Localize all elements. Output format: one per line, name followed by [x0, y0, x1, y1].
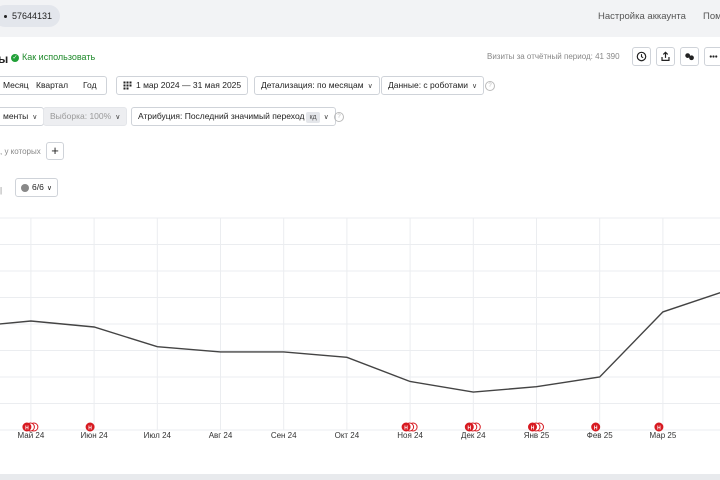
annotation-marker[interactable]: Н	[22, 422, 39, 432]
data-point[interactable]	[280, 348, 288, 356]
chevron-down-icon: ∨	[115, 114, 121, 121]
data-point[interactable]	[596, 373, 604, 381]
page-title: ы	[0, 52, 9, 66]
x-tick-label: Авг 24	[209, 431, 233, 440]
data-point[interactable]	[469, 388, 477, 396]
x-tick-label: Янв 25	[524, 431, 550, 440]
more-icon	[709, 55, 718, 58]
x-tick-label: Фев 25	[587, 431, 613, 440]
annotation-marker[interactable]: Н	[591, 422, 601, 432]
attribution-dropdown[interactable]: Атрибуция: Последний значимый переход кд ∨	[131, 107, 336, 126]
period-month[interactable]: Месяц	[0, 76, 31, 95]
x-tick-label: Окт 24	[335, 431, 360, 440]
attribution-badge: кд	[306, 112, 320, 123]
annotation-marker[interactable]: Н	[85, 422, 95, 432]
annotation-marker[interactable]: Н	[401, 422, 418, 432]
x-tick-label: Ноя 24	[397, 431, 423, 440]
chevron-down-icon: ∨	[32, 114, 38, 121]
account-settings-link[interactable]: Настройка аккаунта	[598, 11, 686, 22]
condition-text: , у которых	[0, 147, 41, 156]
attribution-label: Атрибуция: Последний значимый переход	[138, 111, 305, 121]
line-chart: Май 24 Июн 24 Июл 24 Авг 24 Сен 24 Окт 24 Ноя …	[0, 217, 720, 440]
robots-dropdown[interactable]: Данные: с роботами ∨	[381, 76, 485, 95]
data-point[interactable]	[90, 323, 98, 331]
more-button[interactable]	[704, 47, 720, 66]
chart-area: Май 24 Июн 24 Июл 24 Авг 24 Сен 24 Окт 24 Ноя …	[0, 213, 720, 443]
series-separator: |	[0, 186, 3, 195]
annotation-label: Н	[404, 426, 408, 432]
help-link[interactable]: Пом	[703, 11, 720, 22]
annotation-label: Н	[594, 426, 598, 432]
chevron-down-icon: ∨	[367, 83, 373, 90]
annotation-label: Н	[531, 426, 535, 432]
how-to-use-link[interactable]: ✓ Как использовать	[11, 52, 95, 62]
date-range-picker[interactable]: 1 мар 2024 — 31 мая 2025	[116, 76, 249, 95]
segments-icon	[685, 53, 694, 61]
counter-id: 57644131	[12, 11, 53, 21]
help-icon[interactable]: ?	[334, 112, 344, 122]
data-point[interactable]	[659, 308, 667, 316]
series-count: 6/6	[32, 182, 44, 192]
x-tick-label: Дек 24	[461, 431, 486, 440]
report-panel: ы ✓ Как использовать Визиты за отчётный п…	[0, 37, 720, 474]
annotation-marker[interactable]: Н	[528, 422, 544, 432]
detail-label: Детализация: по месяцам	[261, 80, 364, 90]
comment-icon	[21, 183, 29, 192]
annotation-marker[interactable]: Н	[654, 422, 664, 432]
annotation-label: Н	[467, 426, 471, 432]
data-point[interactable]	[533, 383, 541, 391]
sample-label: Выборка: 100%	[50, 111, 112, 121]
chevron-down-icon: ∨	[46, 185, 52, 192]
segments-label: менты	[3, 111, 29, 121]
history-button[interactable]	[632, 47, 651, 66]
annotation-label: Н	[657, 426, 661, 432]
top-bar: 57644131 Настройка аккаунта Пом	[0, 0, 720, 34]
bottom-bar	[0, 474, 720, 480]
help-icon[interactable]: ?	[485, 81, 495, 91]
x-tick-label: Мар 25	[650, 431, 677, 440]
x-tick-label: Июн 24	[80, 431, 108, 440]
x-tick-label: Май 24	[18, 431, 45, 440]
segments-button[interactable]	[680, 47, 699, 66]
clock-icon	[636, 51, 647, 62]
data-point[interactable]	[153, 343, 161, 351]
chevron-down-icon: ∨	[472, 83, 478, 90]
segments-dropdown[interactable]: менты ∨	[0, 107, 45, 126]
data-point[interactable]	[217, 348, 225, 356]
share-icon	[661, 51, 670, 62]
data-point[interactable]	[27, 317, 35, 325]
export-button[interactable]	[656, 47, 675, 66]
counter-selector[interactable]: 57644131	[0, 5, 60, 27]
sample-dropdown[interactable]: Выборка: 100% ∨	[43, 107, 128, 126]
add-condition-button[interactable]: +	[46, 142, 64, 160]
annotation-label: Н	[88, 426, 92, 432]
bullet-icon	[4, 15, 7, 19]
period-year[interactable]: Год	[77, 76, 107, 95]
data-point[interactable]	[406, 378, 414, 386]
date-range-label: 1 мар 2024 — 31 мая 2025	[136, 80, 242, 90]
calendar-icon	[123, 81, 132, 90]
data-point[interactable]	[343, 353, 351, 361]
annotation-label: Н	[25, 426, 29, 432]
robots-label: Данные: с роботами	[388, 80, 469, 90]
how-to-use-label: Как использовать	[22, 52, 96, 62]
chevron-down-icon: ∨	[323, 114, 329, 121]
annotation-marker[interactable]: Н	[464, 422, 481, 432]
detail-dropdown[interactable]: Детализация: по месяцам ∨	[254, 76, 380, 95]
period-quarter[interactable]: Квартал	[30, 76, 78, 95]
x-tick-label: Июл 24	[144, 431, 172, 440]
series-dropdown[interactable]: 6/6 ∨	[15, 178, 58, 197]
x-tick-label: Сен 24	[271, 431, 297, 440]
visits-summary: Визиты за отчётный период: 41 390	[487, 52, 620, 61]
check-circle-icon: ✓	[11, 53, 19, 62]
